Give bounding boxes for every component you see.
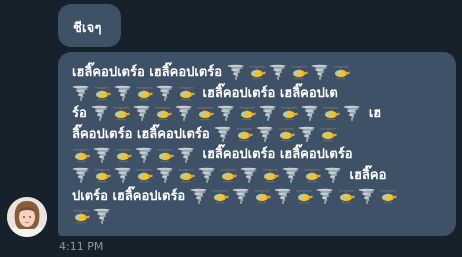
helicopter-icon: [332, 66, 350, 80]
tornado-icon: [343, 106, 360, 122]
tornado-icon: [72, 85, 89, 101]
message-line: [72, 207, 448, 228]
tornado-icon: [133, 106, 150, 122]
tornado-icon: [93, 208, 110, 224]
message-text-segment: ปเตร์อ เฮลิ๊คอปเตร์อ: [72, 188, 190, 204]
tornado-icon: [274, 188, 291, 204]
helicopter-icon: [320, 128, 337, 142]
tornado-icon: [269, 65, 286, 81]
helicopter-icon: [136, 169, 153, 183]
message-line: เฮลิ๊คอปเตร์อ เฮลิ๊คอปเตร์อ: [72, 63, 448, 84]
tornado-icon: [198, 168, 215, 184]
tornado-icon: [91, 106, 108, 122]
message-line: เฮลิ๊คอปเตร์อ เฮลิ๊คอปเตร์อ: [72, 145, 448, 166]
helicopter-icon: [323, 107, 340, 121]
helicopter-icon: [113, 107, 130, 121]
message-text-segment: ลิ๊คอปเตร์อ เฮลิ๊คอปเตร์อ: [72, 126, 215, 142]
helicopter-icon: [211, 189, 229, 204]
helicopter-icon: [73, 209, 90, 223]
helicopter-icon: [248, 66, 266, 80]
tornado-icon: [301, 106, 318, 122]
message-text-segment: เฮลิ๊คอปเตร์อ เฮลิ๊คอปเตร์อ: [198, 147, 353, 163]
message-bubble[interactable]: เฮลิ๊คอปเตร์อ เฮลิ๊คอปเตร์อ เฮลิ๊คอปเตร์…: [58, 52, 456, 236]
helicopter-icon: [281, 107, 298, 121]
tornado-icon: [214, 126, 231, 143]
tornado-icon: [256, 126, 273, 143]
tornado-icon: [358, 188, 375, 204]
tornado-icon: [240, 168, 257, 184]
message-line: ปเตร์อ เฮลิ๊คอปเตร์อ: [72, 187, 448, 208]
helicopter-icon: [236, 128, 253, 142]
message-text-segment: เฮ: [364, 106, 382, 122]
helicopter-icon: [278, 128, 295, 142]
tornado-icon: [135, 147, 152, 163]
helicopter-icon: [262, 169, 279, 183]
tornado-icon: [227, 65, 244, 81]
helicopter-icon: [178, 169, 195, 183]
tornado-icon: [72, 168, 89, 184]
message-text-segment: เฮลิ๊คอ: [345, 167, 387, 183]
tornado-icon: [114, 85, 131, 101]
tornado-icon: [93, 147, 110, 163]
helicopter-icon: [94, 169, 111, 183]
helicopter-icon: [136, 86, 153, 101]
avatar[interactable]: [7, 197, 47, 237]
helicopter-icon: [73, 148, 90, 162]
helicopter-icon: [94, 86, 111, 101]
message-text-segment: เฮลิ๊คอปเตร์อ เฮลิ๊คอปเตร์อ: [72, 65, 227, 80]
tornado-icon: [156, 168, 173, 184]
message-timestamp: 4:11 PM: [59, 240, 104, 253]
message-text-segment: ร์อ: [72, 106, 92, 122]
tornado-icon: [217, 106, 234, 122]
tornado-icon: [190, 188, 207, 204]
message-text-segment: เฮลิ๊คอปเตร์อ เฮลิ๊คอปเต: [198, 85, 338, 101]
helicopter-icon: [379, 189, 397, 204]
message-bubble[interactable]: ชีเจๆ: [58, 4, 121, 47]
message-text: ชีเจๆ: [73, 21, 102, 36]
tornado-icon: [282, 168, 299, 184]
tornado-icon: [259, 106, 276, 122]
tornado-icon: [316, 188, 333, 204]
helicopter-icon: [239, 107, 256, 121]
helicopter-icon: [155, 107, 172, 121]
helicopter-icon: [157, 148, 174, 162]
helicopter-icon: [295, 189, 313, 204]
helicopter-icon: [220, 169, 237, 183]
message-text: เฮลิ๊คอปเตร์อ เฮลิ๊คอปเตร์อ เฮลิ๊คอปเตร์…: [72, 63, 448, 228]
helicopter-icon: [197, 107, 214, 121]
tornado-icon: [298, 126, 315, 143]
helicopter-icon: [115, 148, 132, 162]
avatar-image: [7, 197, 47, 237]
tornado-icon: [156, 85, 173, 101]
tornado-icon: [324, 168, 341, 184]
message-line: ร์อ เฮ: [72, 104, 448, 125]
tornado-icon: [114, 168, 131, 184]
message-line: เฮลิ๊คอปเตร์อ เฮลิ๊คอปเต: [72, 84, 448, 105]
tornado-icon: [175, 106, 192, 122]
message-line: เฮลิ๊คอ: [72, 166, 448, 187]
message-line: ลิ๊คอปเตร์อ เฮลิ๊คอปเตร์อ: [72, 125, 448, 146]
tornado-icon: [311, 65, 328, 81]
tornado-icon: [177, 147, 194, 163]
helicopter-icon: [304, 169, 321, 183]
tornado-icon: [232, 188, 249, 204]
helicopter-icon: [253, 189, 271, 204]
helicopter-icon: [178, 86, 195, 101]
helicopter-icon: [290, 66, 308, 80]
helicopter-icon: [337, 189, 355, 204]
